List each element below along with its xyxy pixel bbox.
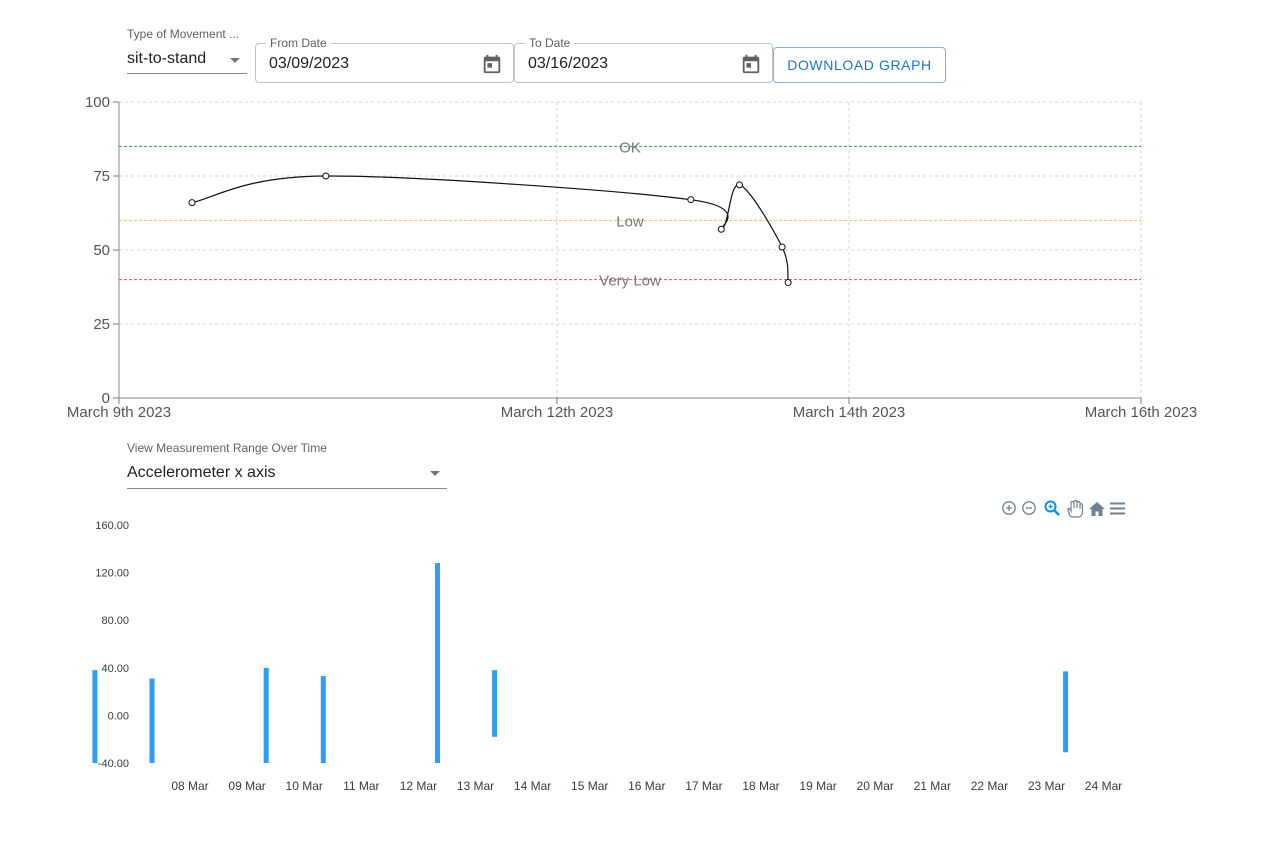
range-bar <box>435 563 440 763</box>
chevron-down-icon <box>430 471 440 476</box>
y-tick-label: 80.00 <box>101 615 129 627</box>
x-tick-label: 15 Mar <box>571 779 608 793</box>
measurement-range-bar-chart: -40.00 0.00 40.00 80.00 120.00 160.00 08 Mar 09… <box>92 520 1122 793</box>
x-tick-label: March 14th 2023 <box>793 404 906 421</box>
to-date-label: To Date <box>525 36 575 50</box>
y-tick-label: 160.00 <box>95 520 129 532</box>
threshold-label: Very Low <box>599 273 661 290</box>
range-bar <box>263 667 269 763</box>
x-tick-label: 24 Mar <box>1085 779 1122 793</box>
x-tick-label: 08 Mar <box>171 779 208 793</box>
from-date-value: 03/09/2023 <box>269 55 350 72</box>
x-tick-label: 12 Mar <box>400 779 437 793</box>
measurement-value: Accelerometer x axis <box>127 464 276 481</box>
series-line <box>191 175 789 283</box>
x-tick-label: 20 Mar <box>857 779 894 793</box>
y-tick-label: 100 <box>85 94 110 111</box>
x-tick-label: 13 Mar <box>457 779 494 793</box>
range-bar <box>92 670 98 763</box>
range-bar <box>1063 671 1069 753</box>
to-date-field[interactable]: To Date 03/16/2023 <box>514 36 773 83</box>
y-tick-label: 0 <box>102 390 110 407</box>
x-tick-label: 18 Mar <box>742 779 779 793</box>
data-point <box>778 243 786 251</box>
y-tick-label: 120.00 <box>95 568 129 580</box>
data-point <box>736 181 743 189</box>
x-tick-label: 11 Mar <box>343 779 379 793</box>
x-tick-label: 16 Mar <box>628 779 665 793</box>
to-date-value: 03/16/2023 <box>528 55 609 72</box>
data-point <box>188 199 196 207</box>
select-underline <box>127 488 447 489</box>
x-tick-label: 22 Mar <box>971 779 1008 793</box>
select-underline <box>127 73 247 74</box>
from-date-field[interactable]: From Date 03/09/2023 <box>255 36 514 83</box>
x-tick-label: 09 Mar <box>228 779 265 793</box>
y-tick-label: 25 <box>93 316 110 333</box>
x-tick-label: 23 Mar <box>1028 779 1065 793</box>
y-tick-label: 0.00 <box>108 710 129 722</box>
threshold-label: OK <box>619 139 641 156</box>
x-tick-label: March 12th 2023 <box>501 404 614 421</box>
measurement-label: View Measurement Range Over Time <box>127 441 327 455</box>
data-point <box>687 196 695 204</box>
x-tick-label: March 9th 2023 <box>67 404 171 421</box>
y-tick-label: 75 <box>93 168 110 185</box>
y-tick-label: 50 <box>93 242 110 259</box>
download-graph-button[interactable]: DOWNLOAD GRAPH <box>773 47 946 83</box>
data-point <box>322 172 330 180</box>
x-tick-label: March 16th 2023 <box>1085 404 1198 421</box>
range-bar <box>149 678 155 763</box>
calendar-icon[interactable] <box>740 53 762 75</box>
y-tick-label: 40.00 <box>101 663 129 675</box>
y-tick-label: -40.00 <box>98 758 129 770</box>
movement-type-label: Type of Movement ... <box>127 27 240 41</box>
x-tick-label: 10 Mar <box>286 779 323 793</box>
data-point <box>717 225 725 233</box>
calendar-icon[interactable] <box>481 53 503 75</box>
chevron-down-icon <box>230 58 240 63</box>
threshold-label: Low <box>616 213 644 230</box>
range-bar <box>320 676 326 763</box>
x-tick-label: 21 Mar <box>914 779 951 793</box>
x-tick-label: 19 Mar <box>799 779 836 793</box>
measurement-select[interactable]: View Measurement Range Over Time Acceler… <box>127 441 447 489</box>
movement-type-select[interactable]: Type of Movement ... sit-to-stand <box>127 27 247 75</box>
x-tick-label: 17 Mar <box>685 779 722 793</box>
x-tick-label: 14 Mar <box>514 779 551 793</box>
movement-type-value: sit-to-stand <box>127 50 207 67</box>
range-bar <box>492 670 498 737</box>
from-date-label: From Date <box>266 36 331 50</box>
movement-score-line-chart: March 9th 2023 March 12th 2023 March 14th … <box>67 94 1198 421</box>
data-point <box>784 279 792 287</box>
